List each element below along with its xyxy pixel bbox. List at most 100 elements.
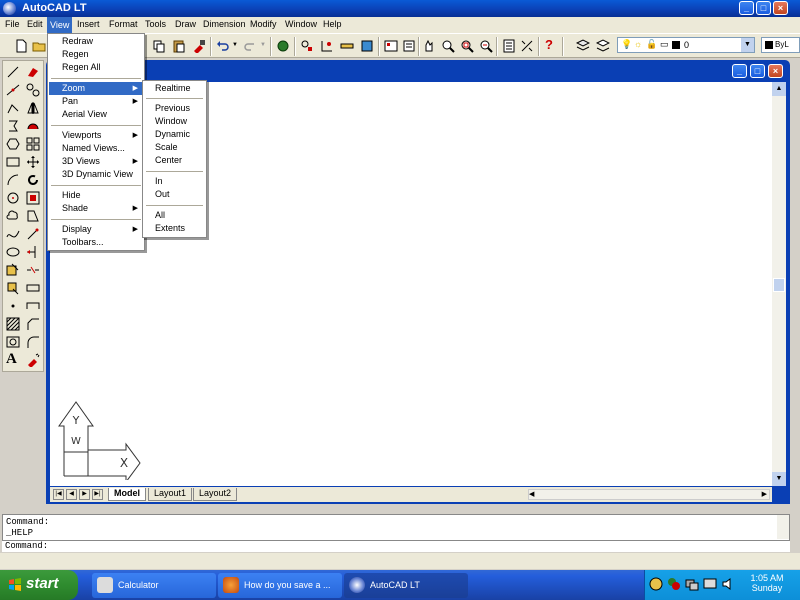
first-tab-icon[interactable]: |◀ — [53, 489, 64, 500]
next-tab-icon[interactable]: ▶ — [79, 489, 90, 500]
menu-zoom-dynamic[interactable]: Dynamic — [143, 128, 206, 141]
layers-icon[interactable] — [576, 39, 590, 53]
menu-regen[interactable]: Regen — [48, 48, 144, 61]
move-icon[interactable] — [26, 155, 40, 169]
ellipse-icon[interactable] — [6, 245, 20, 259]
make-block-icon[interactable] — [6, 281, 20, 295]
erase-icon[interactable] — [26, 65, 40, 79]
menu-zoom[interactable]: Zoom — [49, 82, 143, 95]
taskbar-calculator[interactable]: Calculator — [92, 573, 216, 598]
taskbar-clock[interactable]: 1:05 AM Sunday — [750, 573, 784, 593]
hatch-icon[interactable] — [6, 317, 20, 331]
menu-named-views[interactable]: Named Views... — [48, 142, 144, 155]
undo-icon[interactable] — [216, 39, 230, 53]
revcloud-icon[interactable] — [6, 209, 20, 223]
menu-viewports[interactable]: Viewports — [48, 129, 144, 142]
rectangle-icon[interactable] — [6, 155, 20, 169]
undo-dropdown-icon[interactable]: ▼ — [232, 42, 238, 48]
messenger-icon[interactable] — [667, 577, 681, 591]
explode-icon[interactable] — [26, 353, 40, 367]
join-icon[interactable] — [26, 299, 40, 313]
chamfer-icon[interactable] — [26, 317, 40, 331]
hyperlink-icon[interactable] — [276, 39, 290, 53]
scroll-left-icon[interactable]: ◀ — [529, 490, 534, 498]
menu-file[interactable]: File — [5, 19, 20, 29]
display-icon[interactable] — [703, 577, 717, 591]
trim-icon[interactable] — [26, 227, 40, 241]
menu-zoom-center[interactable]: Center — [143, 154, 206, 167]
scroll-thumb[interactable] — [773, 278, 785, 292]
scroll-up-icon[interactable]: ▲ — [772, 82, 786, 96]
command-scrollbar[interactable] — [777, 515, 789, 539]
prev-tab-icon[interactable]: ◀ — [66, 489, 77, 500]
insert-block-icon[interactable] — [6, 263, 20, 277]
menu-edit[interactable]: Edit — [27, 19, 43, 29]
menu-zoom-scale[interactable]: Scale — [143, 141, 206, 154]
taskbar-autocad[interactable]: AutoCAD LT — [344, 573, 468, 598]
region-icon[interactable] — [6, 335, 20, 349]
menu-zoom-extents[interactable]: Extents — [143, 222, 206, 235]
command-line[interactable]: Command: — [2, 540, 790, 552]
paste-icon[interactable] — [172, 39, 186, 53]
taskbar-firefox[interactable]: How do you save a ... — [218, 573, 342, 598]
new-file-icon[interactable] — [14, 39, 28, 53]
design-center-icon[interactable] — [384, 39, 398, 53]
break-at-point-icon[interactable] — [26, 281, 40, 295]
start-button[interactable]: start — [0, 570, 78, 600]
menu-zoom-out[interactable]: Out — [143, 188, 206, 201]
menu-hide[interactable]: Hide — [48, 189, 144, 202]
drawing-maximize-button[interactable]: □ — [750, 64, 765, 78]
extend-icon[interactable] — [26, 245, 40, 259]
volume-icon[interactable] — [721, 577, 735, 591]
menu-window[interactable]: Window — [285, 19, 317, 29]
array-icon[interactable] — [26, 137, 40, 151]
menu-zoom-previous[interactable]: Previous — [143, 102, 206, 115]
mirror-icon[interactable] — [26, 101, 40, 115]
distance-icon[interactable] — [340, 39, 354, 53]
vertical-scrollbar[interactable]: ▲ ▼ — [772, 82, 786, 486]
horizontal-scrollbar[interactable]: ◀ ▶ — [528, 489, 770, 500]
tab-layout1[interactable]: Layout1 — [148, 488, 193, 501]
menu-toolbars[interactable]: Toolbars... — [48, 236, 144, 249]
offset-icon[interactable] — [26, 119, 40, 133]
maximize-button[interactable]: □ — [756, 1, 771, 15]
color-dropdown[interactable]: ByL — [761, 37, 800, 53]
menu-shade[interactable]: Shade — [48, 202, 144, 215]
menu-zoom-window[interactable]: Window — [143, 115, 206, 128]
break-icon[interactable] — [26, 263, 40, 277]
polygon-icon[interactable] — [6, 119, 20, 133]
redo-dropdown-icon[interactable]: ▼ — [260, 42, 266, 48]
stretch-icon[interactable] — [26, 209, 40, 223]
xline-icon[interactable] — [6, 83, 20, 97]
menu-insert[interactable]: Insert — [77, 19, 100, 29]
zoom-window-icon[interactable] — [460, 39, 474, 53]
scale-icon[interactable] — [26, 191, 40, 205]
menu-display[interactable]: Display — [48, 223, 144, 236]
multiline-text-icon[interactable]: A — [6, 351, 17, 368]
tab-model[interactable]: Model — [108, 488, 146, 501]
menu-tools[interactable]: Tools — [145, 19, 166, 29]
chevron-down-icon[interactable]: ▼ — [741, 38, 754, 52]
copy-icon[interactable] — [152, 39, 166, 53]
point-icon[interactable] — [6, 299, 20, 313]
layer-previous-icon[interactable] — [596, 39, 610, 53]
layer-dropdown[interactable]: 💡 ☼ 🔓 ▭ 0 ▼ — [617, 37, 755, 53]
menu-aerial-view[interactable]: Aerial View — [48, 108, 144, 121]
zoom-realtime-icon[interactable] — [441, 39, 455, 53]
copy-object-icon[interactable] — [26, 83, 40, 97]
fillet-icon[interactable] — [26, 335, 40, 349]
scroll-down-icon[interactable]: ▼ — [772, 472, 786, 486]
redo-icon[interactable] — [243, 39, 257, 53]
menu-zoom-in[interactable]: In — [143, 175, 206, 188]
polyline-icon[interactable] — [6, 101, 20, 115]
object-snap-icon[interactable] — [300, 39, 314, 53]
calculator-icon[interactable] — [502, 39, 516, 53]
drawing-close-button[interactable]: × — [768, 64, 783, 78]
menu-pan[interactable]: Pan — [48, 95, 144, 108]
menu-zoom-realtime[interactable]: Realtime — [143, 82, 206, 95]
menu-dimension[interactable]: Dimension — [203, 19, 246, 29]
menu-modify[interactable]: Modify — [250, 19, 277, 29]
network-icon[interactable] — [685, 577, 699, 591]
hexagon-icon[interactable] — [6, 137, 20, 151]
pan-realtime-icon[interactable] — [422, 39, 436, 53]
